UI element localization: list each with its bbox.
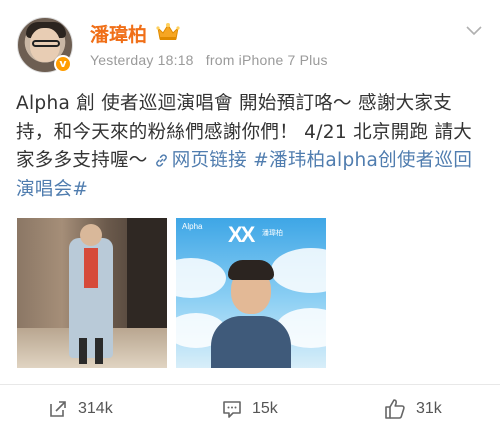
- poster-alpha-tour[interactable]: Alpha XX 潘瑋柏: [176, 218, 326, 368]
- weibo-post-card: v 潘瑋柏 Yesterday 18:18 from iPhone 7 Plus…: [0, 0, 500, 435]
- link-icon: [155, 154, 167, 167]
- poster-person-body: [211, 316, 291, 368]
- like-button[interactable]: 31k: [384, 395, 442, 423]
- comment-icon: [223, 401, 241, 418]
- post-source[interactable]: from iPhone 7 Plus: [206, 52, 328, 68]
- poster-person-hair: [228, 260, 274, 280]
- post-text: Alpha 創 使者巡迴演唱會 開始預訂咯～ 感謝大家支持，和今天來的粉絲們感謝…: [16, 90, 488, 204]
- v-badge-icon: v: [54, 55, 72, 73]
- photo-man-in-blue-coat[interactable]: [17, 218, 167, 368]
- photo1-head: [80, 224, 102, 246]
- repost-icon: [50, 401, 66, 417]
- photo1-leg: [79, 338, 87, 364]
- post-meta: Yesterday 18:18 from iPhone 7 Plus: [90, 52, 328, 68]
- avatar-glasses: [32, 40, 60, 47]
- crown-icon: [156, 23, 180, 40]
- repost-count: 314k: [78, 400, 113, 417]
- photo1-leg: [95, 338, 103, 364]
- username[interactable]: 潘瑋柏: [90, 20, 147, 47]
- comment-button[interactable]: 15k: [222, 395, 278, 423]
- photo1-curtain: [127, 218, 167, 328]
- cloud: [176, 258, 226, 298]
- repost-button[interactable]: 314k: [48, 395, 113, 423]
- comment-count: 15k: [252, 400, 278, 417]
- like-count: 31k: [416, 400, 442, 417]
- cloud: [271, 248, 326, 293]
- post-time: Yesterday 18:18: [90, 52, 194, 68]
- web-link[interactable]: 网页链接: [172, 150, 247, 171]
- chevron-down-icon[interactable]: [466, 26, 482, 36]
- poster-xx-logo: XX: [228, 222, 255, 247]
- divider: [0, 384, 500, 385]
- thumbs-up-icon: [385, 399, 405, 419]
- photo1-shirt: [84, 248, 98, 288]
- poster-signature: 潘瑋柏: [262, 229, 283, 237]
- poster-alpha-text: Alpha: [182, 222, 203, 231]
